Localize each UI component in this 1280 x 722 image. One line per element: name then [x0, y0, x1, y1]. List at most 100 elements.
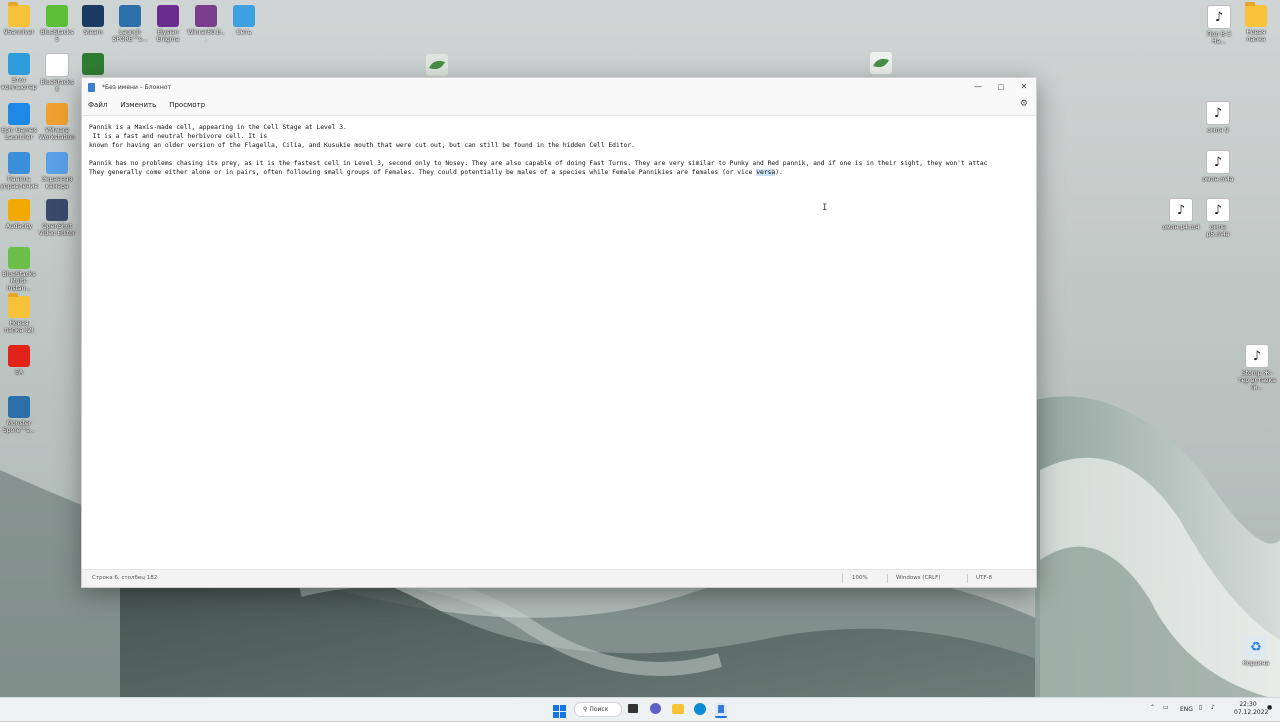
title-bar[interactable]: *Без имени – Блокнот: [82, 78, 1036, 96]
desktop-icon-label: Пол В-3 На...: [1206, 31, 1232, 45]
editor-line: Pannik is a Maxis-made cell, appearing i…: [89, 124, 347, 131]
desktop-icon[interactable]: 95anniver: [0, 2, 38, 36]
desktop-icon-label: омлн p4.m4: [1162, 224, 1200, 231]
menu-file[interactable]: Файл: [88, 101, 107, 109]
search-label: Поиск: [589, 706, 609, 713]
desktop-icon[interactable]: Steam: [74, 5, 112, 36]
desktop-icon[interactable]: Новая папка (2): [0, 293, 38, 334]
desktop-icon[interactable]: EA: [0, 345, 38, 376]
notepad-window: *Без имени – Блокнот — □ ✕ Файл Изменить…: [81, 77, 1037, 588]
taskbar: ⚲ Поиск ⌃ ▭ ENG ▯ ♪ 22:30 07.12.2022 ●: [0, 697, 1280, 721]
notification-bell-icon[interactable]: ●: [1267, 704, 1272, 711]
clock[interactable]: 22:30 07.12.2022: [1234, 701, 1269, 717]
desktop-icon[interactable]: BlueStacks 5: [38, 5, 76, 43]
green-cell-image-icon: [426, 54, 448, 76]
desktop-icon[interactable]: Панель управления: [0, 152, 38, 190]
desktop-icon-label: Новая папка (2): [4, 320, 34, 334]
app-icon: [82, 5, 104, 27]
language-indicator[interactable]: ENG: [1180, 706, 1193, 713]
desktop-icon[interactable]: ♪ омлн 9: [1199, 101, 1237, 134]
notepad-app-icon: [88, 82, 95, 92]
notepad-taskbar-icon[interactable]: [715, 703, 727, 718]
menu-view[interactable]: Просмотр: [169, 101, 205, 109]
audio-file-icon: ♪: [1245, 344, 1269, 368]
app-icon: [46, 103, 68, 125]
search-box[interactable]: ⚲ Поиск: [574, 702, 622, 717]
battery-icon[interactable]: ▯: [1199, 704, 1202, 711]
desktop-icon[interactable]: Launch SPORE™s...: [111, 5, 149, 43]
status-line-ending: Windows (CRLF): [896, 575, 941, 581]
start-button[interactable]: [553, 703, 566, 718]
file-icon: [45, 53, 69, 77]
window-title: *Без имени – Блокнот: [102, 83, 171, 91]
desktop-icon-label: EA: [15, 369, 23, 376]
desktop-thumbnail-icon[interactable]: [418, 54, 456, 76]
desktop-icon[interactable]: ♻ Корзина: [1237, 636, 1275, 667]
status-divider: [967, 574, 968, 583]
desktop-icon-label: Новая папка: [1246, 29, 1266, 43]
desktop-icon[interactable]: BlueStacks Multi-Instan...: [0, 247, 38, 292]
desktop-icon[interactable]: Экранная камера: [38, 152, 76, 190]
desktop-icon[interactable]: ♪ омлн p5.m4a: [1199, 198, 1237, 238]
app-icon: [119, 5, 141, 27]
menu-edit[interactable]: Изменить: [120, 101, 156, 109]
app-icon: [8, 247, 30, 269]
desktop-icon[interactable]: ♪ омлн.m4a: [1199, 150, 1237, 183]
text-cursor-icon: I: [822, 203, 828, 213]
settings-gear-icon[interactable]: ⚙: [1020, 99, 1028, 109]
status-zoom: 100%: [852, 575, 868, 581]
app-icon: [157, 5, 179, 27]
editor-text: Pannik is a Maxis-made cell, appearing i…: [82, 116, 1036, 177]
app-icon: [46, 152, 68, 174]
selected-text: versa: [756, 169, 776, 176]
desktop-icon-label: BlueStacks X: [40, 79, 74, 93]
minimize-button[interactable]: —: [966, 78, 990, 96]
desktop-thumbnail-icon[interactable]: [862, 52, 900, 74]
app-icon: [46, 5, 68, 27]
close-button[interactable]: ✕: [1012, 78, 1036, 96]
desktop-icon[interactable]: ♪ Пол В-3 На...: [1200, 5, 1238, 45]
desktop-icon[interactable]: BlueStacks X: [38, 53, 76, 93]
status-encoding: UTF-8: [976, 575, 993, 581]
desktop-icon[interactable]: ♪ омлн p4.m4: [1162, 198, 1200, 231]
chat-icon[interactable]: [650, 703, 661, 714]
desktop-icon[interactable]: Epic Games Launcher: [0, 103, 38, 141]
maximize-button[interactable]: □: [989, 78, 1013, 96]
status-divider: [842, 574, 843, 583]
desktop-icon-label: Launch SPORE™s...: [112, 29, 148, 43]
display-icon[interactable]: ▭: [1163, 704, 1169, 711]
app-icon: [8, 103, 30, 125]
desktop-icon[interactable]: [74, 53, 112, 77]
desktop-icon[interactable]: OpenShot Video Editor: [38, 199, 76, 237]
editor-line: known for having an older version of the…: [89, 142, 635, 149]
desktop-icon[interactable]: ♪ Stomp Ж-тер вставка (и...: [1238, 344, 1276, 391]
text-editor[interactable]: Pannik is a Maxis-made cell, appearing i…: [82, 115, 1036, 570]
app-icon: [8, 152, 30, 174]
audio-file-icon: ♪: [1206, 101, 1230, 125]
desktop-icon[interactable]: VMware Workstation: [38, 103, 76, 141]
edge-browser-icon[interactable]: [694, 703, 706, 715]
desktop-icon[interactable]: Audacity: [0, 199, 38, 230]
desktop-icon[interactable]: Новая папка: [1237, 2, 1275, 43]
volume-icon[interactable]: ♪: [1211, 704, 1215, 711]
green-cell-image-icon: [870, 52, 892, 74]
desktop-icon[interactable]: Monster Spore™s...: [0, 396, 38, 434]
clock-date: 07.12.2022: [1234, 709, 1269, 716]
app-icon: [233, 5, 255, 27]
desktop-icon[interactable]: Winrar50.b...: [187, 5, 225, 43]
app-icon: [195, 5, 217, 27]
editor-line: They generally come either alone or in p…: [89, 169, 757, 176]
desktop-icon[interactable]: Этот компьютер: [0, 53, 38, 91]
desktop-icon[interactable]: Elysian Enigma: [149, 5, 187, 43]
task-view-icon[interactable]: [628, 704, 638, 713]
desktop-icon[interactable]: Сеть: [225, 5, 263, 36]
desktop-icon-label: VMware Workstation: [39, 127, 75, 141]
menu-bar: Файл Изменить Просмотр ⚙: [82, 96, 1036, 114]
desktop-icon-label: Audacity: [5, 223, 33, 230]
tray-overflow-chevron-icon[interactable]: ⌃: [1150, 704, 1155, 711]
search-icon: ⚲: [583, 706, 588, 713]
desktop-icon-label: Monster Spore™s...: [2, 420, 36, 434]
status-position: Строка 6, столбец 182: [92, 575, 158, 581]
desktop-icon-label: омлн 9: [1207, 127, 1229, 134]
file-explorer-icon[interactable]: [672, 704, 684, 714]
